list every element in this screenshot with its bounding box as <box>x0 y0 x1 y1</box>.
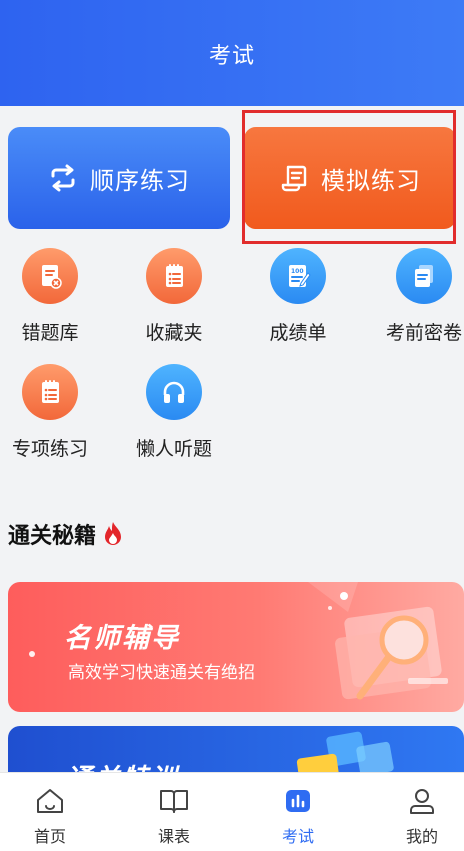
header-bar: 考试 <box>0 0 464 106</box>
banner-title: 名师辅导 <box>64 623 180 654</box>
score-report-icon: 100 <box>270 248 326 304</box>
sequential-practice-label: 顺序练习 <box>90 166 190 195</box>
tab-label: 我的 <box>405 827 438 846</box>
tab-label: 考试 <box>281 827 314 846</box>
banner-subtitle: 高效学习快速通关有绝招 <box>68 663 255 683</box>
book-icon <box>160 790 188 813</box>
tile-score-report[interactable]: 100 成绩单 <box>240 248 356 345</box>
fire-icon <box>105 522 122 545</box>
favorites-icon <box>146 248 202 304</box>
section-title-text: 通关秘籍 <box>8 524 97 549</box>
tile-lazy-listening[interactable]: 懒人听题 <box>116 364 232 461</box>
mock-practice-button[interactable]: 模拟练习 <box>244 127 456 229</box>
tile-secret-paper[interactable]: 考前密卷 <box>366 248 464 345</box>
tile-wrong-questions[interactable]: 错题库 <box>0 248 108 345</box>
headphones-icon <box>146 364 202 420</box>
tile-favorites[interactable]: 收藏夹 <box>116 248 232 345</box>
tab-exam[interactable]: 考试 <box>248 787 348 847</box>
exam-chart-icon <box>286 790 310 812</box>
profile-icon <box>410 789 434 814</box>
tile-label: 成绩单 <box>269 322 327 344</box>
tab-home[interactable]: 首页 <box>0 787 100 847</box>
scroll-icon <box>281 165 307 192</box>
sequential-practice-button[interactable]: 顺序练习 <box>8 127 230 229</box>
secret-paper-icon <box>396 248 452 304</box>
tile-label: 专项练习 <box>11 438 88 460</box>
tile-label: 收藏夹 <box>145 322 203 344</box>
tile-label: 考前密卷 <box>385 322 462 344</box>
wrong-questions-icon <box>22 248 78 304</box>
tutoring-banner[interactable]: 名师辅导 高效学习快速通关有绝招 <box>8 582 464 712</box>
tile-label: 懒人听题 <box>135 438 212 460</box>
refresh-icon <box>51 164 75 192</box>
tile-label: 错题库 <box>21 322 79 344</box>
tab-label: 课表 <box>157 827 190 846</box>
svg-text:100: 100 <box>291 268 304 275</box>
page-title: 考试 <box>208 44 255 69</box>
special-practice-icon <box>22 364 78 420</box>
mock-practice-label: 模拟练习 <box>321 166 421 195</box>
bottom-tab-bar: 首页 课表 考试 我的 <box>0 772 464 851</box>
tab-profile[interactable]: 我的 <box>372 787 464 847</box>
section-title: 通关秘籍 <box>8 518 124 550</box>
tab-label: 首页 <box>33 827 66 846</box>
home-icon <box>37 789 63 813</box>
tab-schedule[interactable]: 课表 <box>124 787 224 847</box>
tile-special-practice[interactable]: 专项练习 <box>0 364 108 461</box>
